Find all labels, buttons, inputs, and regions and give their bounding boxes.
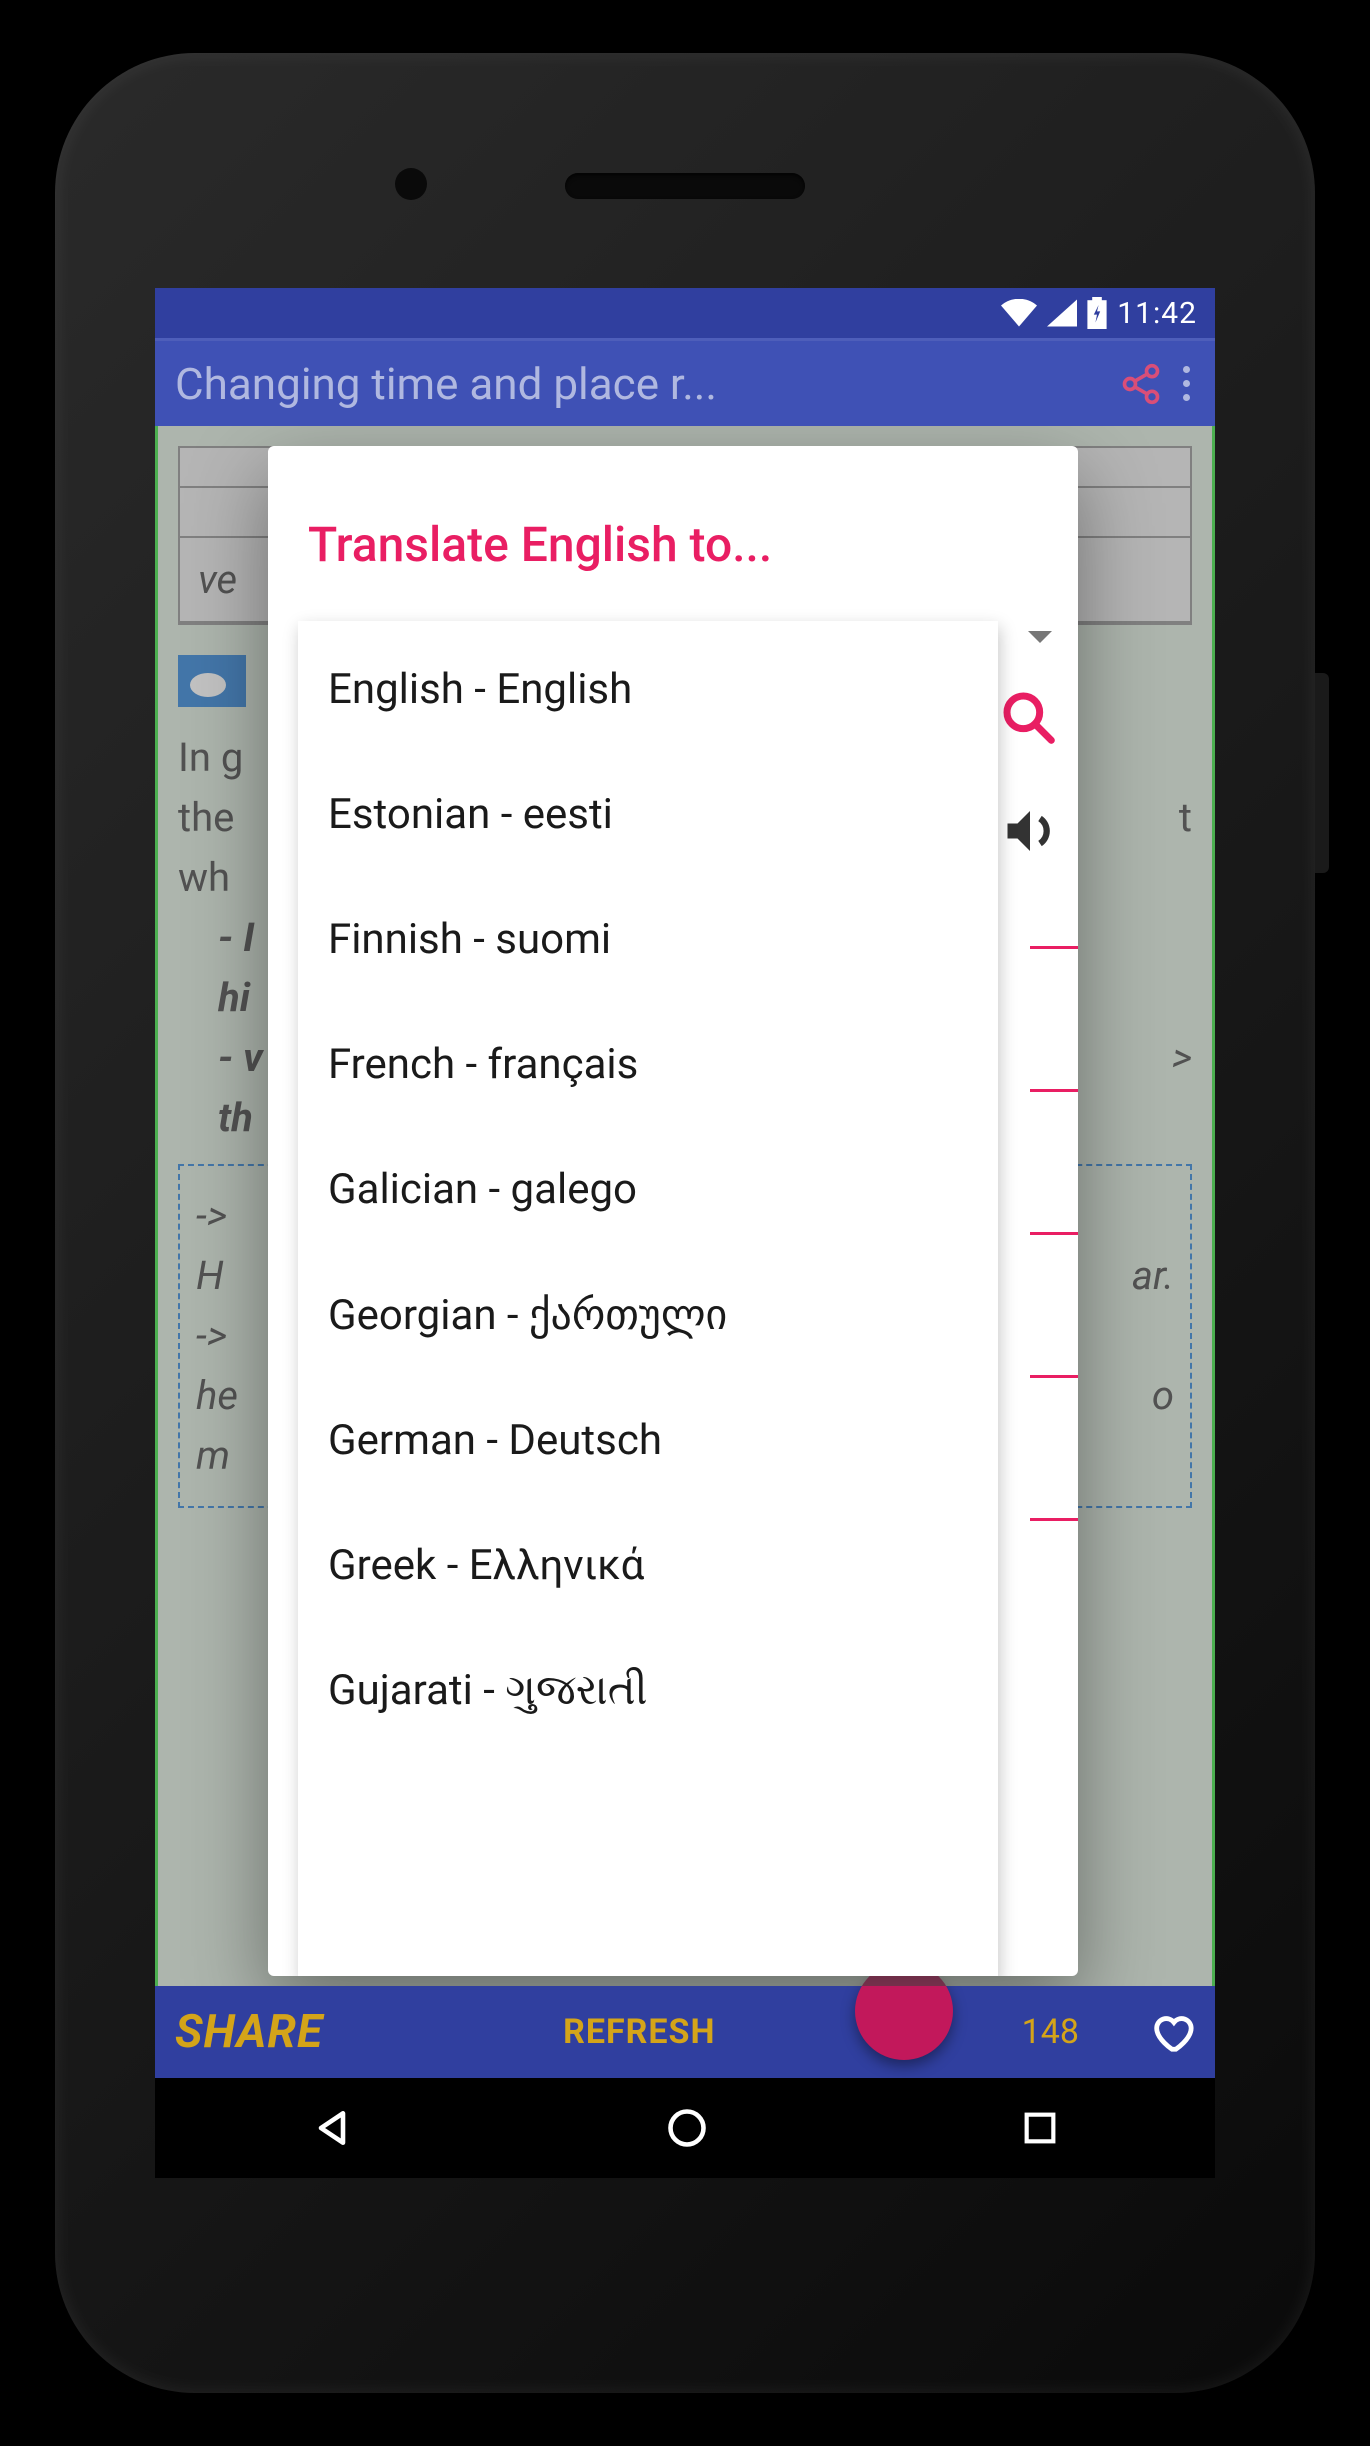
- content-area: ve In g thet wh - I hi - v> th -: [155, 426, 1215, 1986]
- battery-charging-icon: [1087, 297, 1107, 329]
- share-button[interactable]: SHARE: [175, 2005, 323, 2059]
- bottom-bar: SHARE REFRESH 148: [155, 1986, 1215, 2078]
- language-option[interactable]: German - Deutsch: [298, 1378, 998, 1503]
- language-option[interactable]: Finnish - suomi: [298, 877, 998, 1002]
- page-title: Changing time and place r...: [175, 358, 1099, 410]
- heart-icon[interactable]: [1149, 2009, 1195, 2055]
- dialog-title: Translate English to...: [298, 486, 1048, 621]
- language-option[interactable]: Greek - Ελληνικά: [298, 1503, 998, 1628]
- share-icon[interactable]: [1119, 362, 1163, 406]
- dropdown-caret-icon[interactable]: [1028, 631, 1052, 643]
- language-dropdown[interactable]: English - English Estonian - eesti Finni…: [298, 621, 998, 1976]
- home-icon[interactable]: [665, 2106, 709, 2150]
- language-option[interactable]: Estonian - eesti: [298, 752, 998, 877]
- back-icon[interactable]: [310, 2106, 354, 2150]
- language-option[interactable]: English - English: [298, 627, 998, 752]
- status-bar: 11:42: [155, 288, 1215, 338]
- phone-body: 11:42 Changing time and place r... ve: [55, 53, 1315, 2393]
- screen: 11:42 Changing time and place r... ve: [155, 288, 1215, 2178]
- divider-lines: [1030, 946, 1078, 1521]
- app-bar: Changing time and place r...: [155, 338, 1215, 426]
- device-frame: 11:42 Changing time and place r... ve: [0, 0, 1370, 2446]
- wifi-icon: [1001, 299, 1037, 327]
- power-button: [1315, 673, 1329, 873]
- speaker-icon[interactable]: [1000, 801, 1060, 861]
- language-option[interactable]: Georgian - ქართული: [298, 1252, 998, 1378]
- refresh-button[interactable]: REFRESH: [563, 2012, 715, 2052]
- language-option[interactable]: Galician - galego: [298, 1127, 998, 1252]
- translate-dialog: Translate English to... English - Englis…: [268, 446, 1078, 1976]
- front-camera: [395, 168, 427, 200]
- earpiece: [565, 173, 805, 199]
- recent-apps-icon[interactable]: [1020, 2108, 1060, 2148]
- more-icon[interactable]: [1183, 366, 1195, 401]
- signal-icon: [1047, 299, 1077, 327]
- like-count: 148: [1022, 2012, 1079, 2052]
- language-option[interactable]: Gujarati - ગુજરાતી: [298, 1628, 998, 1753]
- language-option[interactable]: French - français: [298, 1002, 998, 1127]
- android-nav-bar: [155, 2078, 1215, 2178]
- search-icon[interactable]: [1000, 689, 1056, 745]
- clock: 11:42: [1117, 296, 1197, 331]
